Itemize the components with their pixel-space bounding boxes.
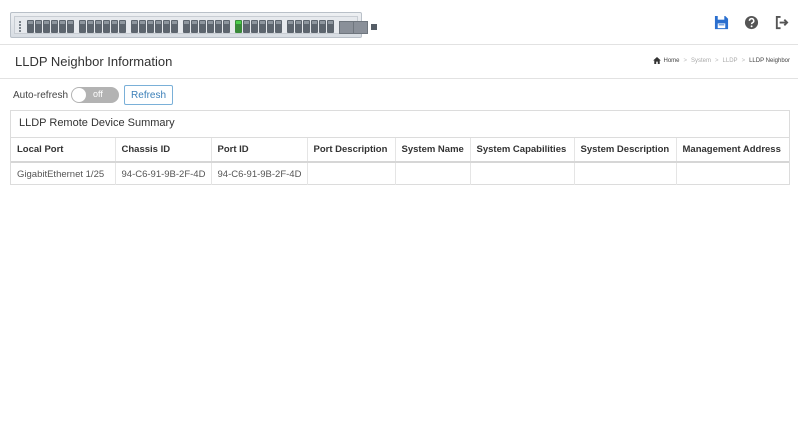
col-system-description: System Description xyxy=(574,138,677,163)
breadcrumb-home[interactable]: Home xyxy=(663,58,679,64)
cell-port-description xyxy=(307,162,396,185)
switch-port-icon[interactable] xyxy=(95,20,102,33)
table-row: GigabitEthernet 1/25 94-C6-91-9B-2F-4D 9… xyxy=(11,162,789,185)
breadcrumb: Home > System > LLDP > LLDP Neighbor xyxy=(653,57,790,64)
col-local-port: Local Port xyxy=(11,138,116,163)
switch-port-icon[interactable] xyxy=(191,20,198,33)
sfp-port-icon[interactable] xyxy=(353,21,368,34)
switch-port-icon[interactable] xyxy=(287,20,294,33)
status-leds xyxy=(19,21,22,33)
switch-port-icon[interactable] xyxy=(139,20,146,33)
switch-port-icon[interactable] xyxy=(131,20,138,33)
col-management-address: Management Address xyxy=(676,138,789,163)
switch-port-icon[interactable] xyxy=(35,20,42,33)
refresh-button[interactable]: Refresh xyxy=(124,85,174,105)
switch-port-icon[interactable] xyxy=(295,20,302,33)
switch-port-icon[interactable] xyxy=(311,20,318,33)
toggle-knob xyxy=(72,88,87,102)
switch-port-icon[interactable] xyxy=(259,20,266,33)
switch-port-icon[interactable] xyxy=(207,20,214,33)
switch-port-icon[interactable] xyxy=(67,20,74,33)
cell-system-name xyxy=(395,162,471,185)
switch-port-icon[interactable] xyxy=(27,20,34,33)
remote-device-summary-panel: LLDP Remote Device Summary Local Port Ch… xyxy=(10,110,790,185)
cell-port-id: 94-C6-91-9B-2F-4D xyxy=(211,162,308,185)
help-icon[interactable] xyxy=(742,13,760,31)
switch-port-icon[interactable] xyxy=(51,20,58,33)
auto-refresh-label: Auto-refresh xyxy=(13,89,69,101)
sfp-port-icon[interactable] xyxy=(339,21,354,34)
breadcrumb-system[interactable]: System xyxy=(691,58,711,64)
switch-port-icon[interactable] xyxy=(235,20,242,33)
home-icon xyxy=(653,57,662,64)
switch-port-icon[interactable] xyxy=(43,20,50,33)
page-title: LLDP Neighbor Information xyxy=(15,54,173,69)
switch-port-icon[interactable] xyxy=(79,20,86,33)
switch-port-icon[interactable] xyxy=(267,20,274,33)
cell-system-capabilities xyxy=(470,162,575,185)
neighbor-table: Local Port Chassis ID Port ID Port Descr… xyxy=(11,138,789,185)
switch-port-icon[interactable] xyxy=(275,20,282,33)
switch-port-icon[interactable] xyxy=(215,20,222,33)
switch-port-icon[interactable] xyxy=(163,20,170,33)
switch-port-icon[interactable] xyxy=(327,20,334,33)
switch-port-icon[interactable] xyxy=(243,20,250,33)
cell-chassis-id: 94-C6-91-9B-2F-4D xyxy=(115,162,212,185)
switch-port-icon[interactable] xyxy=(183,20,190,33)
switch-port-icon[interactable] xyxy=(59,20,66,33)
panel-title: LLDP Remote Device Summary xyxy=(11,111,789,138)
top-bar xyxy=(0,0,798,45)
col-port-description: Port Description xyxy=(307,138,396,163)
switch-port-panel xyxy=(10,12,377,38)
header-actions xyxy=(712,12,790,32)
switch-port-icon[interactable] xyxy=(171,20,178,33)
col-system-name: System Name xyxy=(395,138,471,163)
switch-port-icon[interactable] xyxy=(303,20,310,33)
cell-local-port: GigabitEthernet 1/25 xyxy=(11,162,116,185)
switch-port-icon[interactable] xyxy=(223,20,230,33)
table-header-row: Local Port Chassis ID Port ID Port Descr… xyxy=(11,138,789,163)
toggle-state: off xyxy=(93,89,103,99)
switch-port-icon[interactable] xyxy=(87,20,94,33)
title-bar: LLDP Neighbor Information Home > System … xyxy=(0,45,798,79)
logout-icon[interactable] xyxy=(772,13,790,31)
cell-system-description xyxy=(574,162,677,185)
save-icon[interactable] xyxy=(712,13,730,31)
cell-management-address xyxy=(676,162,789,185)
auto-refresh-toggle[interactable]: off xyxy=(71,87,120,103)
breadcrumb-current: LLDP Neighbor xyxy=(749,57,790,64)
col-chassis-id: Chassis ID xyxy=(115,138,212,163)
col-system-capabilities: System Capabilities xyxy=(470,138,575,163)
switch-port-icon[interactable] xyxy=(155,20,162,33)
switch-port-icon[interactable] xyxy=(251,20,258,33)
switch-port-icon[interactable] xyxy=(147,20,154,33)
refresh-controls: Auto-refresh off Refresh xyxy=(13,85,174,105)
switch-port-icon[interactable] xyxy=(111,20,118,33)
switch-port-icon[interactable] xyxy=(119,20,126,33)
switch-port-icon[interactable] xyxy=(319,20,326,33)
switch-port-icon[interactable] xyxy=(199,20,206,33)
switch-faceplate xyxy=(14,16,377,34)
breadcrumb-lldp[interactable]: LLDP xyxy=(723,58,738,64)
console-port-icon xyxy=(371,24,377,30)
switch-port-icon[interactable] xyxy=(103,20,110,33)
col-port-id: Port ID xyxy=(211,138,308,163)
